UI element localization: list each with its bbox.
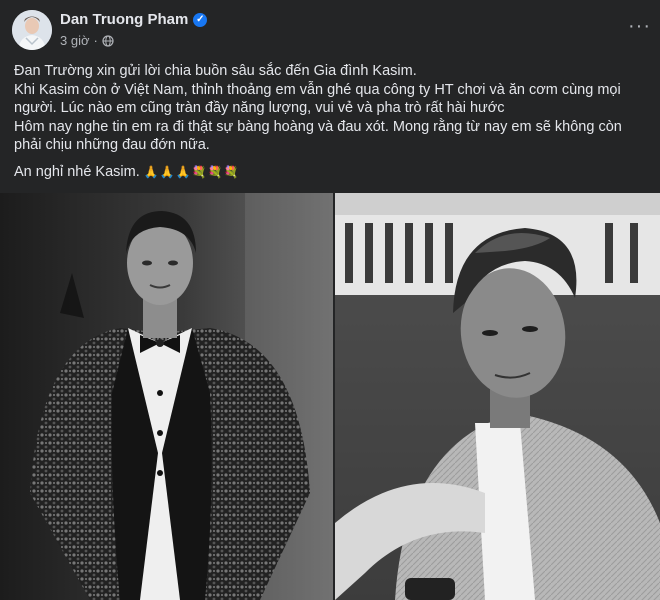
photo-tuxedo-image [0, 193, 333, 600]
more-options-icon[interactable]: ··· [628, 16, 651, 36]
avatar-image [12, 10, 52, 50]
post-header: Dan Truong Pham ✓ 3 giờ · ··· [0, 0, 660, 58]
globe-icon [102, 34, 114, 47]
post-photos [0, 193, 660, 600]
author-name[interactable]: Dan Truong Pham [60, 11, 188, 28]
post-closing-line: An nghỉ nhé Kasim. 🙏🙏🙏💐💐💐 [14, 163, 648, 182]
post-closing: An nghỉ nhé Kasim. [14, 163, 140, 180]
post-time[interactable]: 3 giờ [60, 33, 90, 48]
post-meta: 3 giờ · [60, 33, 114, 48]
closing-emoji: 🙏🙏🙏💐💐💐 [143, 164, 240, 179]
post-text: Đan Trường xin gửi lời chia buồn sâu sắc… [14, 62, 648, 181]
photo-selfie-image [335, 193, 660, 600]
verified-badge-icon: ✓ [193, 12, 208, 27]
post-paragraph: Đan Trường xin gửi lời chia buồn sâu sắc… [14, 63, 417, 79]
post-paragraph: Khi Kasim còn ở Việt Nam, thỉnh thoảng e… [14, 81, 621, 117]
author-line: Dan Truong Pham ✓ [60, 11, 208, 28]
author-avatar[interactable] [12, 10, 52, 50]
post-paragraph: Hôm nay nghe tin em ra đi thật sự bàng h… [14, 118, 622, 154]
photo-tuxedo[interactable] [0, 193, 333, 600]
meta-separator: · [93, 33, 98, 48]
photo-selfie[interactable] [335, 193, 660, 600]
